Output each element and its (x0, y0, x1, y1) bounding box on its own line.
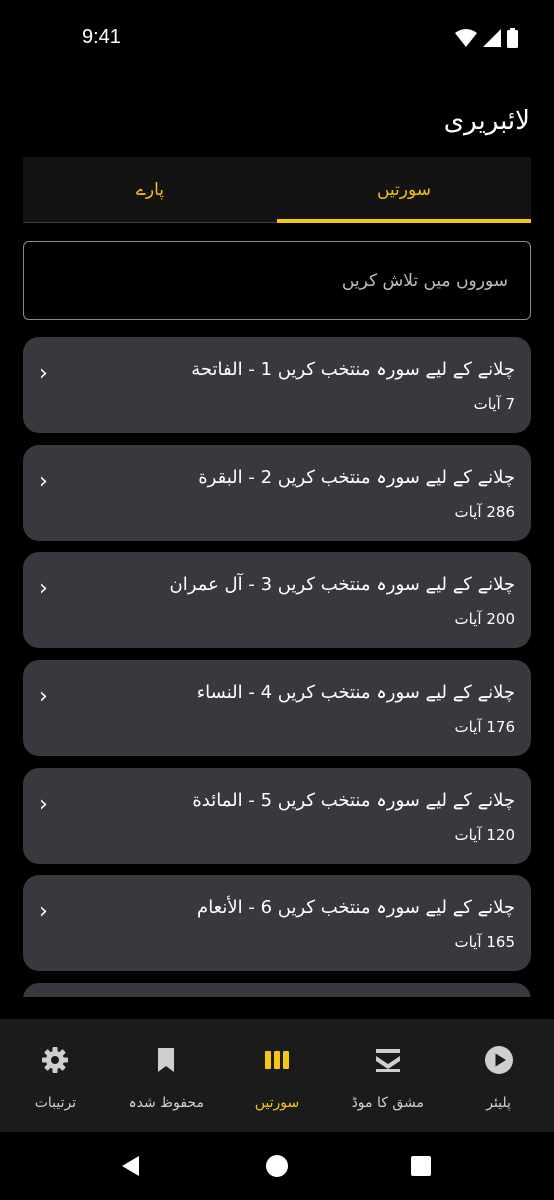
nav-saved[interactable]: محفوظ شدہ (111, 1019, 222, 1132)
search-input[interactable] (24, 242, 530, 319)
status-icons (455, 28, 518, 48)
back-icon[interactable] (119, 1154, 143, 1178)
play-circle-icon (484, 1045, 514, 1075)
surah-ayah-count: 165 آیات (454, 933, 515, 951)
surah-title: چلانے کے لیے سورہ منتخب کریں 2 - البقرة (198, 467, 515, 488)
surah-ayah-count: 286 آیات (454, 503, 515, 521)
surah-item-4[interactable]: چلانے کے لیے سورہ منتخب کریں 4 - النساء … (23, 660, 531, 756)
nav-label: مشق کا موڈ (351, 1095, 425, 1111)
surah-item-2[interactable]: چلانے کے لیے سورہ منتخب کریں 2 - البقرة … (23, 445, 531, 541)
surah-ayah-count: 120 آیات (454, 826, 515, 844)
surah-ayah-count: 176 آیات (454, 718, 515, 736)
nav-label: محفوظ شدہ (128, 1095, 204, 1111)
bookmark-icon (151, 1045, 181, 1075)
chevron-right-icon: › (39, 361, 48, 386)
chevron-right-icon: › (39, 792, 48, 817)
surah-item-6[interactable]: چلانے کے لیے سورہ منتخب کریں 6 - الأنعام… (23, 875, 531, 971)
surah-ayah-count: 200 آیات (454, 610, 515, 628)
page-title: لائبریری (443, 106, 530, 136)
nav-player[interactable]: پلیئر (443, 1019, 554, 1132)
nav-settings[interactable]: ترتیبات (0, 1019, 111, 1132)
status-time: 9:41 (82, 26, 121, 48)
surah-title: چلانے کے لیے سورہ منتخب کریں 5 - المائدة (192, 790, 515, 811)
signal-icon (483, 29, 501, 47)
surah-item-5[interactable]: چلانے کے لیے سورہ منتخب کریں 5 - المائدة… (23, 768, 531, 864)
surah-title: چلانے کے لیے سورہ منتخب کریں 4 - النساء (196, 682, 515, 703)
bottom-nav: پلیئر مشق کا موڈ سورتیں محفوظ شدہ ترتیبا… (0, 1019, 554, 1132)
search-box (23, 241, 531, 320)
surah-title: چلانے کے لیے سورہ منتخب کریں 1 - الفاتحة (191, 359, 515, 380)
surah-ayah-count: 7 آیات (473, 395, 515, 413)
gear-icon (40, 1045, 70, 1075)
tab-surahs[interactable]: سورتیں (277, 157, 531, 223)
chevron-right-icon: › (39, 469, 48, 494)
surah-title: چلانے کے لیے سورہ منتخب کریں 3 - آل عمرا… (169, 574, 515, 595)
nav-surahs[interactable]: سورتیں (222, 1019, 333, 1132)
chevron-right-icon: › (39, 684, 48, 709)
library-icon (262, 1045, 292, 1075)
tab-paras[interactable]: پارے (23, 157, 277, 222)
surah-item-1[interactable]: چلانے کے لیے سورہ منتخب کریں 1 - الفاتحة… (23, 337, 531, 433)
status-bar: 9:41 (0, 0, 554, 80)
surah-list: چلانے کے لیے سورہ منتخب کریں 1 - الفاتحة… (23, 337, 531, 997)
chevron-right-icon: › (39, 576, 48, 601)
nav-label: ترتیبات (34, 1095, 77, 1111)
system-nav-bar (0, 1132, 554, 1200)
home-icon[interactable] (265, 1154, 289, 1178)
surah-title: چلانے کے لیے سورہ منتخب کریں 6 - الأنعام (197, 897, 515, 918)
chevron-right-icon: › (39, 899, 48, 924)
battery-icon (507, 28, 518, 48)
recents-icon[interactable] (409, 1154, 433, 1178)
tab-bar: سورتیں پارے (23, 157, 531, 223)
surah-item-partial[interactable] (23, 983, 531, 997)
nav-label: پلیئر (486, 1095, 511, 1111)
stack-icon (373, 1045, 403, 1075)
nav-label: سورتیں (254, 1095, 300, 1111)
surah-item-3[interactable]: چلانے کے لیے سورہ منتخب کریں 3 - آل عمرا… (23, 552, 531, 648)
wifi-icon (455, 29, 477, 47)
nav-practice-mode[interactable]: مشق کا موڈ (332, 1019, 443, 1132)
